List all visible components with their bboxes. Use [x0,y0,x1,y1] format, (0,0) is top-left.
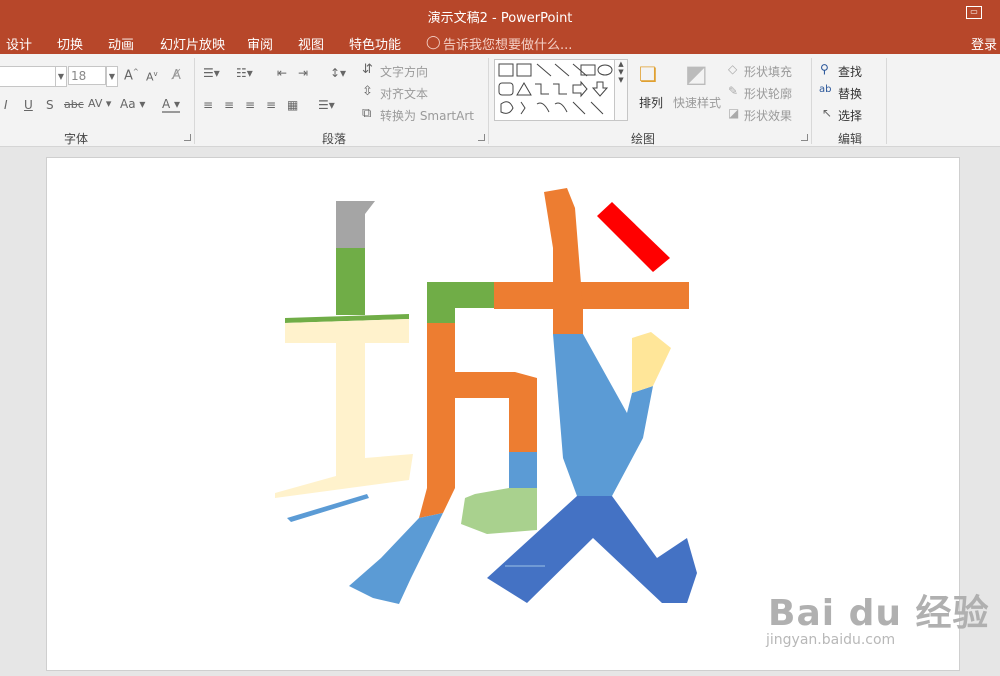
decrease-indent-icon[interactable]: ⇤ [277,66,287,80]
shape-fill-button[interactable]: 形状填充 [744,63,792,80]
sign-in-link[interactable]: 登录 [971,34,997,53]
group-separator [811,58,812,144]
stroke-green-top [427,282,494,323]
font-size-dropdown-icon[interactable]: ▼ [106,66,118,87]
smartart-icon: ⧉ [362,106,372,121]
ribbon-display-options-icon[interactable]: ▭ [966,6,982,19]
line-spacing-icon[interactable]: ↕▾ [330,66,346,80]
tab-design[interactable]: 设计 [6,34,32,53]
tab-special-features[interactable]: 特色功能 [349,34,401,53]
tab-animations[interactable]: 动画 [108,34,134,53]
align-left-icon[interactable]: ≡ [203,98,213,112]
shapes-gallery-icons [498,63,613,115]
underline-icon[interactable]: U [24,98,33,112]
bullets-icon[interactable]: ☰▾ [203,66,220,80]
stroke-red [597,202,670,272]
window-title: 演示文稿2 - PowerPoint [427,11,573,26]
arrange-button[interactable]: 排列 [639,94,663,111]
drawing-dialog-launcher-icon[interactable] [801,134,808,141]
shape-effects-icon: ◪ [728,106,740,120]
gallery-scroll-icon[interactable]: ▲ ▼ ▼ [614,59,628,121]
increase-indent-icon[interactable]: ⇥ [298,66,308,80]
italic-icon[interactable]: I [4,98,8,112]
find-button[interactable]: 查找 [838,63,862,80]
drawing-group-label: 绘图 [631,132,656,146]
slide-editing-area: Bai du 经验 jingyan.baidu.com [0,147,1000,676]
tell-me-search[interactable]: 告诉我您想要做什么... [443,34,572,53]
justify-icon[interactable]: ≡ [266,98,276,112]
quick-styles-button[interactable]: 快速样式 [673,94,721,111]
shape-outline-icon: ✎ [728,84,739,98]
change-case-icon[interactable]: Aa ▾ [120,97,145,111]
align-text-icon: ⇳ [362,84,373,99]
stroke-light-green [461,488,537,534]
select-button[interactable]: 选择 [838,107,862,124]
char-spacing-icon[interactable]: AV ▾ [88,97,111,110]
group-separator [194,58,195,144]
stroke-green-vertical [336,248,365,315]
align-right-icon[interactable]: ≡ [245,98,255,112]
shape-effects-button[interactable]: 形状效果 [744,107,792,124]
watermark-logo: Bai du 经验 [768,593,990,634]
tab-review[interactable]: 审阅 [247,34,273,53]
font-color-icon[interactable]: A ▾ [162,97,181,113]
text-direction-icon: ⇵ [362,62,373,77]
stroke-gray [336,201,375,248]
align-text-button[interactable]: 对齐文本 [380,85,428,102]
stroke-blue-thin [287,494,369,522]
replace-icon: ab [819,84,832,95]
tab-slideshow[interactable]: 幻灯片放映 [160,34,225,53]
numbering-icon[interactable]: ☷▾ [236,66,253,80]
decrease-font-icon[interactable]: Av [146,70,158,84]
tab-view[interactable]: 视图 [298,34,324,53]
align-center-icon[interactable]: ≡ [224,98,234,112]
shape-fill-icon: ◇ [728,62,738,76]
shadow-icon[interactable]: S [46,98,54,112]
font-dialog-launcher-icon[interactable] [184,134,191,141]
font-size-box[interactable]: 18 [68,66,106,85]
title-bar: 演示文稿2 - PowerPoint ▭ [0,0,1000,30]
font-name-dropdown-icon[interactable]: ▼ [55,66,67,87]
distributed-icon[interactable]: ▦ [287,98,298,112]
increase-font-icon[interactable]: A^ [124,68,139,83]
paragraph-group-label: 段落 [322,132,347,146]
ribbon: ▼ 18 ▼ A^ Av A̸ I U S abc AV ▾ Aa ▾ A ▾ … [0,54,1000,147]
stroke-blue-left-fall [349,513,443,604]
stroke-orange-h [494,282,689,334]
strikethrough-icon[interactable]: abc [64,98,84,111]
stroke-yellow [632,332,671,393]
select-icon: ↖ [822,106,833,120]
font-name-box[interactable] [0,66,56,87]
editing-group-label: 编辑 [838,132,863,146]
font-group-label: 字体 [64,132,89,146]
quick-styles-icon: ◩ [685,60,708,88]
group-separator [488,58,489,144]
columns-icon[interactable]: ☰▾ [318,98,335,112]
replace-button[interactable]: 替换 [838,85,862,102]
watermark-url: jingyan.baidu.com [766,632,896,648]
stroke-blue-vert [509,452,537,488]
clear-format-icon[interactable]: A̸ [172,68,181,83]
lightbulb-icon: ◯ [426,35,441,50]
tab-transitions[interactable]: 切换 [57,34,83,53]
stroke-cream [275,319,413,498]
convert-smartart-button[interactable]: 转换为 SmartArt [380,107,474,124]
find-icon: ⚲ [820,62,829,76]
shapes-gallery[interactable] [494,59,616,121]
group-separator [886,58,887,144]
paragraph-dialog-launcher-icon[interactable] [478,134,485,141]
shape-outline-button[interactable]: 形状轮廓 [744,85,792,102]
watermark: Bai du 经验 jingyan.baidu.com [760,570,1000,670]
text-direction-button[interactable]: 文字方向 [380,63,428,80]
ribbon-tab-bar: 设计 切换 动画 幻灯片放映 审阅 视图 特色功能 ◯ 告诉我您想要做什么...… [0,30,1000,54]
arrange-icon: ❏ [639,62,657,86]
